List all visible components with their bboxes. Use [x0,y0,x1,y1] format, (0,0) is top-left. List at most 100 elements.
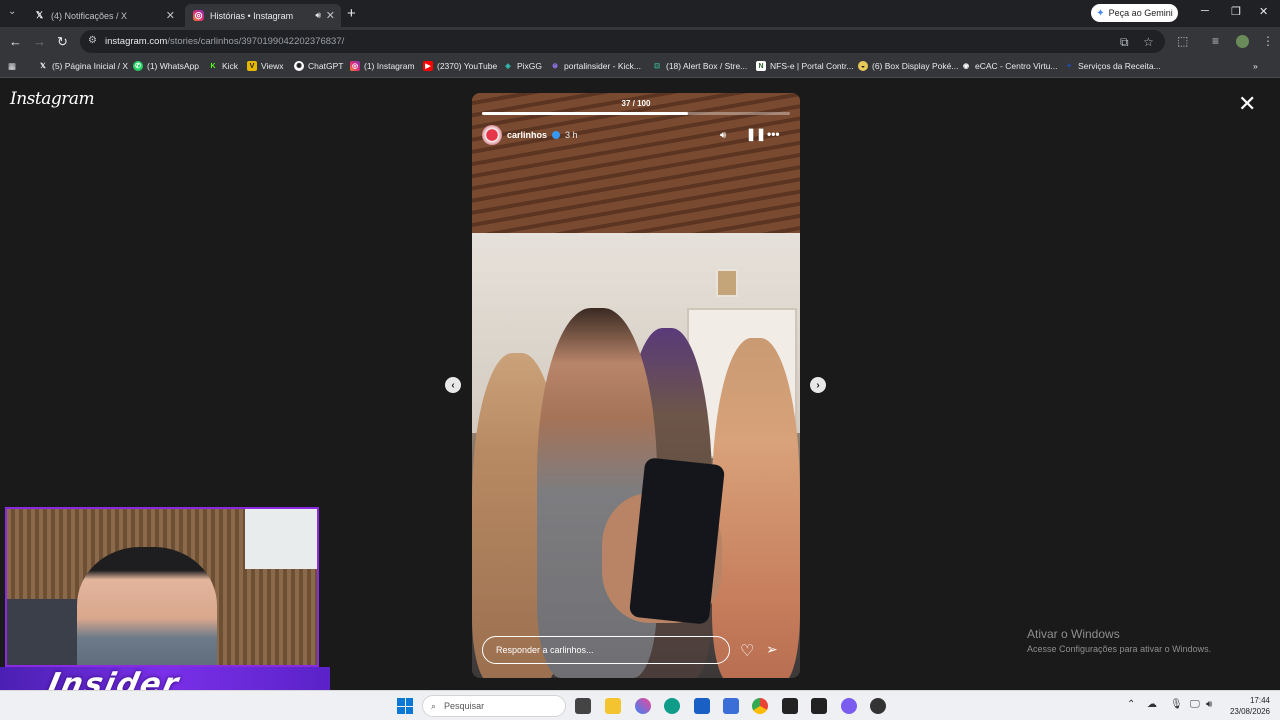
heart-icon[interactable]: ♡ [740,641,754,661]
browser-tab-bar: ⌄ 𝕏 (4) Notificações / X ✕ ◎ Histórias •… [0,0,1280,27]
show-hidden-icons-icon[interactable]: ⌃ [1127,699,1135,710]
bookmark-portalinsider[interactable]: ⊛ portalinsider - Kick... [550,61,641,71]
microphone-icon[interactable]: 🎙︎ [1170,699,1183,710]
forward-button[interactable]: → [33,34,46,49]
bookmark-box-display[interactable]: ◒ (6) Box Display Poké... [858,61,958,71]
bookmark-nfse[interactable]: N NFS-e | Portal Contr... [756,61,853,71]
reload-button[interactable]: ↻ [57,34,68,50]
pixgg-icon: ◈ [505,63,511,70]
bookmark-viewx[interactable]: V Viewx [247,61,284,71]
pause-icon[interactable]: ❚❚ [746,127,766,141]
bookmark-x-home[interactable]: 𝕏 (5) Página Inicial / X [38,61,128,71]
viewx-icon: V [247,61,257,71]
story-image-phone [628,457,726,625]
taskbar-clock[interactable]: 17:44 23/08/2026 [1230,695,1270,717]
new-tab-button[interactable]: + [347,5,356,22]
install-app-icon[interactable]: ⧉ [1120,35,1129,50]
box-display-icon: ◒ [858,61,868,71]
activation-title: Ativar o Windows [1027,627,1120,641]
more-options-icon[interactable]: ••• [767,127,780,141]
whatsapp-icon: ✆ [133,61,143,71]
bookmark-label: Viewx [261,61,284,71]
browser-toolbar: ← → ↻ ⚙︎ instagram.com/stories/carlinhos… [0,27,1280,56]
url-path: /stories/carlinhos/3970199042202376837/ [167,36,345,47]
bookmark-whatsapp[interactable]: ✆ (1) WhatsApp [133,61,199,71]
bookmark-pixgg[interactable]: ◈ PixGG [503,61,542,71]
webcam-streamer [77,547,217,665]
store-icon[interactable] [694,698,710,714]
site-info-icon[interactable]: ⚙︎ [88,35,97,46]
bookmark-youtube[interactable]: ▶ (2370) YouTube [423,61,497,71]
window-close-icon[interactable]: ✕ [1259,5,1268,18]
windows-activation-watermark: Ativar o Windows Acesse Configurações pa… [1027,627,1211,654]
next-story-button[interactable]: › [810,377,826,393]
search-icon: ⌕ [431,700,437,711]
tab-x-notifications[interactable]: 𝕏 (4) Notificações / X ✕ [26,4,181,27]
bookmark-label: (1) Instagram [364,61,415,71]
edge-icon[interactable] [664,698,680,714]
restore-icon[interactable]: ❐ [1231,5,1241,18]
file-explorer-icon[interactable] [605,698,621,714]
story-reply-input[interactable]: Responder a carlinhos... [482,636,730,664]
network-icon[interactable]: 🖵 [1190,699,1200,710]
instagram-logo[interactable]: Instagram [10,89,95,109]
bookmark-label: (5) Página Inicial / X [52,61,129,71]
bookmark-receita[interactable]: ✦ Serviços da Receita... [1064,61,1161,71]
story-username[interactable]: carlinhos [507,130,547,140]
bookmark-ecac[interactable]: ◉ eCAC - Centro Virtu... [961,61,1058,71]
bookmark-label: eCAC - Centro Virtu... [975,61,1058,71]
gemini-button[interactable]: ✦ Peça ao Gemini [1091,4,1178,22]
gemini-sparkle-icon: ✦ [1096,7,1105,19]
bookmark-alertbox[interactable]: ⊡ (18) Alert Box / Stre... [652,61,747,71]
bookmark-chatgpt[interactable]: ✺ ChatGPT [294,61,343,71]
ecac-icon: ◉ [962,63,970,70]
tab-instagram-stories[interactable]: ◎ Histórias • Instagram 🔊︎ ✕ [185,4,341,27]
bookmark-kick[interactable]: K Kick [208,61,238,71]
taskbar-search-label: Pesquisar [444,701,485,711]
instagram-icon: ◎ [193,10,204,21]
previous-story-button[interactable]: ‹ [445,377,461,393]
back-button[interactable]: ← [9,34,22,49]
extensions-icon[interactable]: ⬚ [1177,34,1188,48]
more-bookmarks-icon[interactable]: » [1253,61,1258,71]
close-story-icon[interactable]: ✕ [1238,93,1256,115]
audio-playing-icon[interactable]: 🔊︎ [315,10,321,21]
bookmark-label: NFS-e | Portal Contr... [770,61,854,71]
windows-start-icon[interactable] [397,698,413,714]
close-tab-icon[interactable]: ✕ [326,9,335,22]
profile-avatar-icon[interactable] [1236,35,1249,48]
bookmark-label: (18) Alert Box / Stre... [666,61,748,71]
task-view-icon[interactable] [575,698,591,714]
bookmark-label: Kick [222,61,239,71]
tab-search-dropdown-icon[interactable]: ⌄ [8,6,16,17]
bookmark-label: ChatGPT [308,61,344,71]
close-tab-icon[interactable]: ✕ [166,9,175,22]
bookmark-star-icon[interactable]: ☆ [1143,35,1154,49]
address-bar[interactable]: ⚙︎ instagram.com/stories/carlinhos/39701… [80,30,1165,53]
volume-icon[interactable]: 🔊︎ [720,130,726,141]
menu-kebab-icon[interactable]: ⋮ [1262,34,1274,48]
obs-icon[interactable] [870,698,886,714]
avatar[interactable] [482,125,502,145]
copilot-icon[interactable] [635,698,651,714]
x-logo-icon: 𝕏 [40,63,46,70]
minimize-icon[interactable]: ─ [1201,5,1209,17]
windows-taskbar: ⌕ Pesquisar ⌃ ☁ 🎙︎ 🖵 🔊︎ 17:44 23/08/2026 [0,690,1280,720]
apps-grid-icon[interactable]: ▦ [8,61,16,72]
capcut-icon[interactable] [782,698,798,714]
send-icon[interactable]: ➢ [766,641,778,658]
clock-date: 23/08/2026 [1229,707,1270,716]
story-viewer[interactable]: 37 / 100 carlinhos 3 h 🔊︎ ❚❚ ••• Respond… [472,93,800,678]
bookmark-label: (2370) YouTube [437,61,498,71]
media-controls-icon[interactable]: ≡ [1212,34,1219,48]
chrome-icon[interactable] [752,698,768,714]
taskbar-search[interactable]: ⌕ Pesquisar [422,695,566,717]
speaker-icon[interactable]: 🔊︎ [1206,699,1212,710]
bookmark-instagram[interactable]: ◎ (1) Instagram [350,61,415,71]
url-text: instagram.com/stories/carlinhos/39701990… [105,36,344,47]
capcut-second-icon[interactable] [811,698,827,714]
story-image-roof [472,93,800,253]
discord-icon[interactable] [841,698,857,714]
cloud-icon[interactable]: ☁ [1147,699,1157,710]
outlook-icon[interactable] [723,698,739,714]
